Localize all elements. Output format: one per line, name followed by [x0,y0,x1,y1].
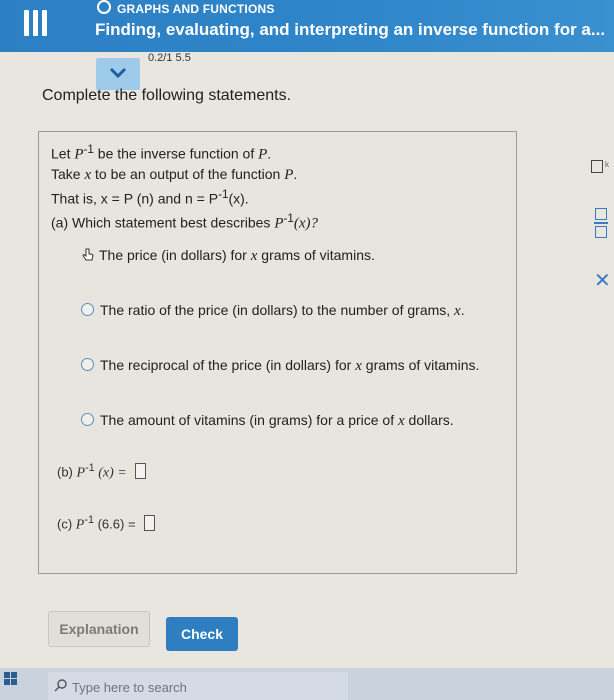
answer-box-b[interactable] [135,463,147,480]
topic-label: GRAPHS AND FUNCTIONS [97,0,275,16]
instructions-text: Complete the following statements. [42,87,292,104]
partial-top-text: 0.2/1 5.5 [148,52,191,64]
question-panel: Let P-1 be the inverse function of P. Ta… [38,131,517,574]
search-icon [54,679,67,692]
answer-box-c[interactable] [144,515,156,532]
clear-x-icon[interactable]: ✕ [594,268,611,293]
header-bar: GRAPHS AND FUNCTIONS Finding, evaluating… [0,0,614,52]
menu-icon[interactable] [24,10,52,38]
intro-line-2: Take x to be an output of the function P… [51,165,298,183]
topic-circle-icon [97,0,111,14]
check-button[interactable]: Check [166,617,238,651]
part-c: (c) P-1 (6.6) = [57,514,156,533]
page-title: Finding, evaluating, and interpreting an… [95,20,606,39]
radio-option-3[interactable] [81,358,94,371]
taskbar-search[interactable]: Type here to search [48,672,348,700]
math-toolbar: k ✕ [583,150,614,310]
option-4[interactable]: The amount of vitamins (in grams) for a … [81,412,454,430]
question-intro: Let P-1 be the inverse function of P. Ta… [51,140,297,208]
fraction-tool-icon[interactable] [594,208,608,238]
box-tool-icon[interactable] [591,160,603,173]
taskbar: Type here to search [0,668,614,700]
part-a-question: (a) Which statement best describes P-1(x… [51,212,319,232]
search-placeholder: Type here to search [72,680,187,695]
chevron-down-icon [109,67,127,79]
expand-button[interactable] [96,58,140,90]
option-2[interactable]: The ratio of the price (in dollars) to t… [81,302,465,320]
intro-line-1: Let P-1 be the inverse function of P. [51,143,272,163]
windows-start-icon[interactable] [4,672,18,686]
pointer-cursor-icon [82,248,94,261]
intro-line-3: That is, x = P (n) and n = P-1(x). [51,187,249,207]
radio-option-2[interactable] [81,303,94,316]
radio-option-4[interactable] [81,413,94,426]
explanation-button[interactable]: Explanation [48,611,150,647]
box-tool-label: k [605,160,609,169]
part-b: (b) P-1 (x) = [57,462,147,481]
option-3[interactable]: The reciprocal of the price (in dollars)… [81,357,479,375]
option-1[interactable]: The price (in dollars) for x grams of vi… [81,247,375,265]
